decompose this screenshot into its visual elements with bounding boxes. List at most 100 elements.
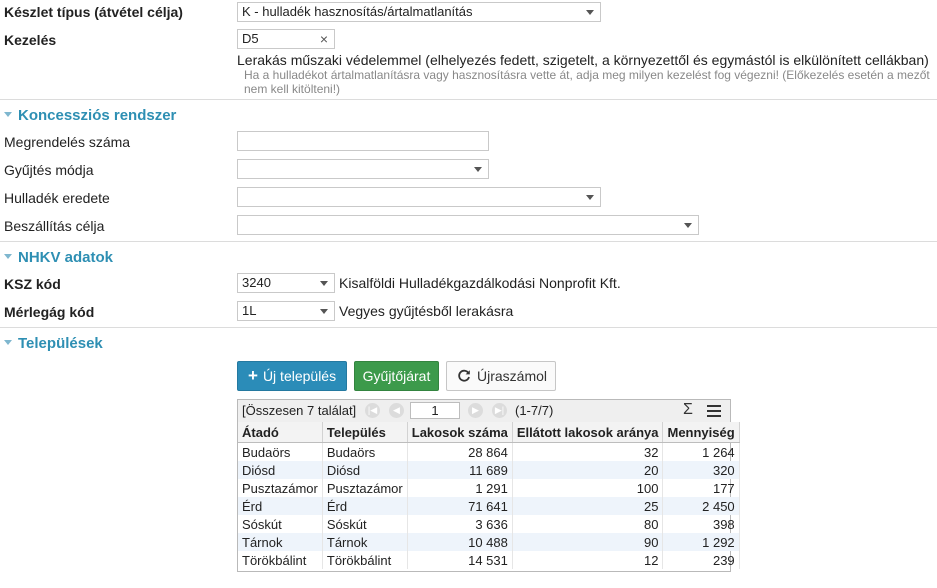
merleg-description: Vegyes gyűjtésből lerakásra <box>339 303 514 319</box>
chevron-down-icon <box>684 223 692 228</box>
eredet-label: Hulladék eredete <box>4 190 110 206</box>
eredet-select[interactable] <box>237 187 601 207</box>
cell-lakosok: 11 689 <box>407 461 513 479</box>
section-koncesszio-title: Koncessziós rendszer <box>18 107 177 124</box>
section-koncesszio[interactable]: Koncessziós rendszer <box>4 107 176 124</box>
cell-atado: Tárnok <box>238 533 323 551</box>
last-page-icon[interactable]: ▶| <box>492 403 507 418</box>
chevron-down-icon <box>586 10 594 15</box>
kezeles-hint: Ha a hulladékot ártalmatlanításra vagy h… <box>244 68 930 96</box>
cell-arany: 100 <box>512 479 664 497</box>
gyujtes-select[interactable] <box>237 159 489 179</box>
prev-page-icon[interactable]: ◀ <box>389 403 404 418</box>
keszlet-label: Készlet típus (átvétel célja) <box>4 4 183 20</box>
collapse-triangle-icon <box>4 253 12 259</box>
refresh-icon <box>458 369 470 382</box>
cell-atado: Érd <box>238 497 323 515</box>
divider <box>0 99 937 100</box>
divider <box>0 327 937 328</box>
cell-mennyiseg: 320 <box>662 461 740 479</box>
cell-telepules: Törökbálint <box>322 551 408 569</box>
gyujtojarat-label: Gyűjtőjárat <box>362 368 431 384</box>
grid-total: [Összesen 7 találat] <box>242 403 357 418</box>
column-header-lakosok[interactable]: Lakosok száma <box>407 422 513 443</box>
table-row[interactable]: Érd Érd 71 641 25 2 450 <box>238 497 740 515</box>
sum-icon[interactable]: Σ <box>683 401 693 419</box>
next-page-icon[interactable]: ▶ <box>468 403 483 418</box>
telepulesek-table: Átadó Település Lakosok száma Ellátott l… <box>238 422 740 569</box>
cell-mennyiseg: 1 292 <box>662 533 740 551</box>
grid-toolbar: [Összesen 7 találat] |◀ ◀ 1 ▶ ▶| (1-7/7)… <box>238 400 730 423</box>
plus-icon: + <box>248 366 258 385</box>
cell-mennyiseg: 239 <box>662 551 740 569</box>
table-row[interactable]: Sóskút Sóskút 3 636 80 398 <box>238 515 740 533</box>
section-telepulesek-title: Települések <box>18 335 103 352</box>
first-page-icon[interactable]: |◀ <box>365 403 380 418</box>
cell-mennyiseg: 2 450 <box>662 497 740 515</box>
cell-telepules: Sóskút <box>322 515 408 533</box>
cell-telepules: Pusztazámor <box>322 479 408 497</box>
clear-icon[interactable]: × <box>320 30 328 48</box>
ujraszamol-label: Újraszámol <box>477 368 548 384</box>
chevron-down-icon <box>320 309 328 314</box>
ksz-label: KSZ kód <box>4 276 61 292</box>
cell-lakosok: 14 531 <box>407 551 513 569</box>
ujraszamol-button[interactable]: Újraszámol <box>446 361 556 391</box>
new-telepules-button[interactable]: + Új település <box>237 361 347 391</box>
cell-arany: 32 <box>512 442 664 461</box>
page-value: 1 <box>431 403 439 418</box>
cell-mennyiseg: 398 <box>662 515 740 533</box>
new-telepules-label: Új település <box>262 368 337 384</box>
merleg-select[interactable]: 1L <box>237 301 335 321</box>
column-header-telepules[interactable]: Település <box>322 422 408 443</box>
celja-label: Beszállítás célja <box>4 218 105 234</box>
section-telepulesek[interactable]: Települések <box>4 335 103 352</box>
collapse-triangle-icon <box>4 111 12 117</box>
collapse-triangle-icon <box>4 339 12 345</box>
table-row[interactable]: Pusztazámor Pusztazámor 1 291 100 177 <box>238 479 740 497</box>
column-header-mennyiseg[interactable]: Mennyiség <box>662 422 740 443</box>
column-header-arany[interactable]: Ellátott lakosok aránya <box>512 422 664 443</box>
cell-arany: 25 <box>512 497 664 515</box>
cell-arany: 20 <box>512 461 664 479</box>
page-input[interactable]: 1 <box>410 402 460 419</box>
cell-atado: Budaörs <box>238 442 323 461</box>
cell-lakosok: 1 291 <box>407 479 513 497</box>
megrendeles-input[interactable] <box>237 131 489 151</box>
keszlet-select[interactable]: K - hulladék hasznosítás/ártalmatlanítás <box>237 2 601 22</box>
ksz-description: Kisalföldi Hulladékgazdálkodási Nonprofi… <box>339 275 621 291</box>
table-row[interactable]: Budaörs Budaörs 28 864 32 1 264 <box>238 442 740 461</box>
menu-icon[interactable] <box>707 405 721 417</box>
table-row[interactable]: Diósd Diósd 11 689 20 320 <box>238 461 740 479</box>
cell-atado: Diósd <box>238 461 323 479</box>
kezeles-value: D5 <box>242 31 259 46</box>
cell-lakosok: 28 864 <box>407 442 513 461</box>
cell-telepules: Budaörs <box>322 442 408 461</box>
divider <box>0 241 937 242</box>
ksz-select[interactable]: 3240 <box>237 273 335 293</box>
table-row[interactable]: Törökbálint Törökbálint 14 531 12 239 <box>238 551 740 569</box>
gyujtojarat-button[interactable]: Gyűjtőjárat <box>354 361 439 391</box>
gyujtes-label: Gyűjtés módja <box>4 162 94 178</box>
megrendeles-label: Megrendelés száma <box>4 134 131 150</box>
kezeles-description: Lerakás műszaki védelemmel (elhelyezés f… <box>237 52 929 68</box>
cell-arany: 80 <box>512 515 664 533</box>
cell-telepules: Diósd <box>322 461 408 479</box>
merleg-value: 1L <box>242 303 257 318</box>
celja-select[interactable] <box>237 215 699 235</box>
table-row[interactable]: Tárnok Tárnok 10 488 90 1 292 <box>238 533 740 551</box>
column-header-atado[interactable]: Átadó <box>238 422 323 443</box>
chevron-down-icon <box>474 167 482 172</box>
cell-atado: Törökbálint <box>238 551 323 569</box>
chevron-down-icon <box>320 281 328 286</box>
chevron-down-icon <box>586 195 594 200</box>
section-nhkv[interactable]: NHKV adatok <box>4 249 113 266</box>
merleg-label: Mérlegág kód <box>4 304 95 320</box>
cell-telepules: Tárnok <box>322 533 408 551</box>
cell-mennyiseg: 1 264 <box>662 442 740 461</box>
cell-lakosok: 10 488 <box>407 533 513 551</box>
keszlet-value: K - hulladék hasznosítás/ártalmatlanítás <box>242 4 473 19</box>
kezeles-input[interactable]: D5 × <box>237 29 335 49</box>
cell-atado: Sóskút <box>238 515 323 533</box>
cell-lakosok: 3 636 <box>407 515 513 533</box>
